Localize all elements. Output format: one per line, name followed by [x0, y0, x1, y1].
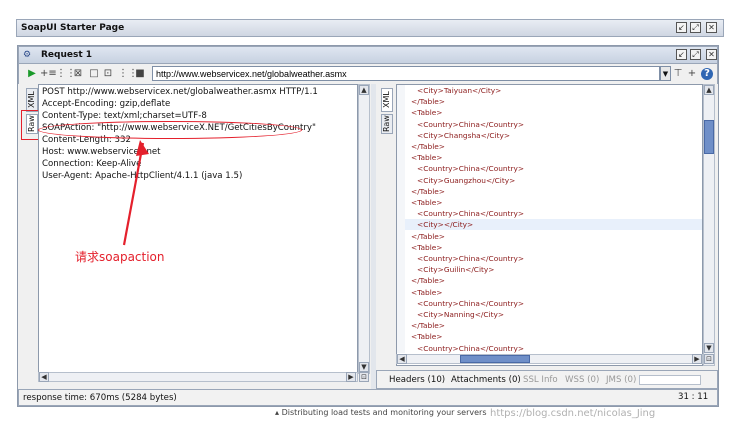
xml-line: </Table> [411, 231, 445, 241]
annotation-label: 请求soapaction [75, 250, 165, 264]
xml-line: <Table> [411, 242, 443, 252]
response-time: response time: 670ms (5284 bytes) [23, 393, 177, 403]
tab-headers[interactable]: Headers (10) [389, 375, 445, 385]
response-scroll-down-icon[interactable]: ▼ [704, 343, 714, 353]
response-scroll-right-icon[interactable]: ▶ [692, 354, 702, 364]
xml-line: <City>Nanning</City> [417, 310, 505, 319]
xml-line: <City>Taiyuan</City> [417, 86, 502, 95]
request-corner-icon[interactable]: ⊡ [359, 372, 369, 382]
request-scroll-up-icon[interactable]: ▲ [359, 85, 369, 95]
xml-line: <Country>China</Country> [417, 343, 525, 353]
response-scroll-up-icon[interactable]: ▲ [704, 85, 714, 95]
response-scroll-thumb[interactable] [704, 120, 714, 154]
xml-line: <City></City> [417, 220, 474, 230]
xml-line: <City>Guangzhou</City> [417, 175, 516, 185]
tab-jms[interactable]: JMS (0) [606, 375, 636, 385]
cursor-position: 31 : 11 [678, 392, 709, 402]
xml-line: <Country>China</Country> [417, 254, 525, 263]
progress-bar [639, 375, 701, 385]
xml-line: <Country>China</Country> [417, 209, 525, 219]
xml-line: </Table> [411, 142, 445, 151]
xml-line: <Table> [411, 108, 443, 118]
response-hscrollbar[interactable] [396, 354, 703, 364]
footer-hint: ▴ Distributing load tests and monitoring… [275, 408, 487, 417]
response-corner-icon[interactable]: ⊡ [704, 354, 714, 364]
xml-line: <Country>China</Country> [417, 164, 525, 174]
status-bar: response time: 670ms (5284 bytes) [18, 389, 718, 406]
xml-line: <Country>China</Country> [417, 119, 525, 129]
watermark: https://blog.csdn.net/nicolas_Jing [490, 408, 656, 419]
xml-line: <Table> [411, 198, 443, 207]
response-hscroll-thumb[interactable] [460, 355, 530, 363]
xml-line: </Table> [411, 97, 445, 107]
tab-attachments[interactable]: Attachments (0) [451, 375, 521, 385]
tab-ssl-info[interactable]: SSL Info [523, 375, 558, 385]
request-scroll-left-icon[interactable]: ◀ [39, 372, 49, 382]
xml-line: <City>Changsha</City> [417, 130, 511, 140]
xml-line: </Table> [411, 321, 445, 331]
request-hscrollbar[interactable] [38, 372, 358, 382]
xml-line: <Table> [411, 287, 443, 297]
response-gutter [397, 85, 405, 353]
response-xml-tab[interactable]: XML [381, 88, 393, 112]
xml-line: <Table> [411, 332, 443, 342]
request-scroll-right-icon[interactable]: ▶ [346, 372, 356, 382]
request-vscrollbar[interactable] [358, 84, 370, 374]
response-raw-tab[interactable]: Raw [381, 114, 393, 134]
xml-line: </Table> [411, 186, 445, 196]
response-bottom-tabs: Headers (10) Attachments (0) SSL Info WS… [376, 370, 718, 389]
xml-line: <Table> [411, 153, 443, 163]
xml-line: <City>Guilin</City> [417, 265, 495, 275]
response-scroll-left-icon[interactable]: ◀ [397, 354, 407, 364]
xml-line: <Country>China</Country> [417, 298, 525, 308]
xml-line: </Table> [411, 276, 445, 286]
tab-wss[interactable]: WSS (0) [565, 375, 599, 385]
request-scroll-down-icon[interactable]: ▼ [359, 362, 369, 372]
